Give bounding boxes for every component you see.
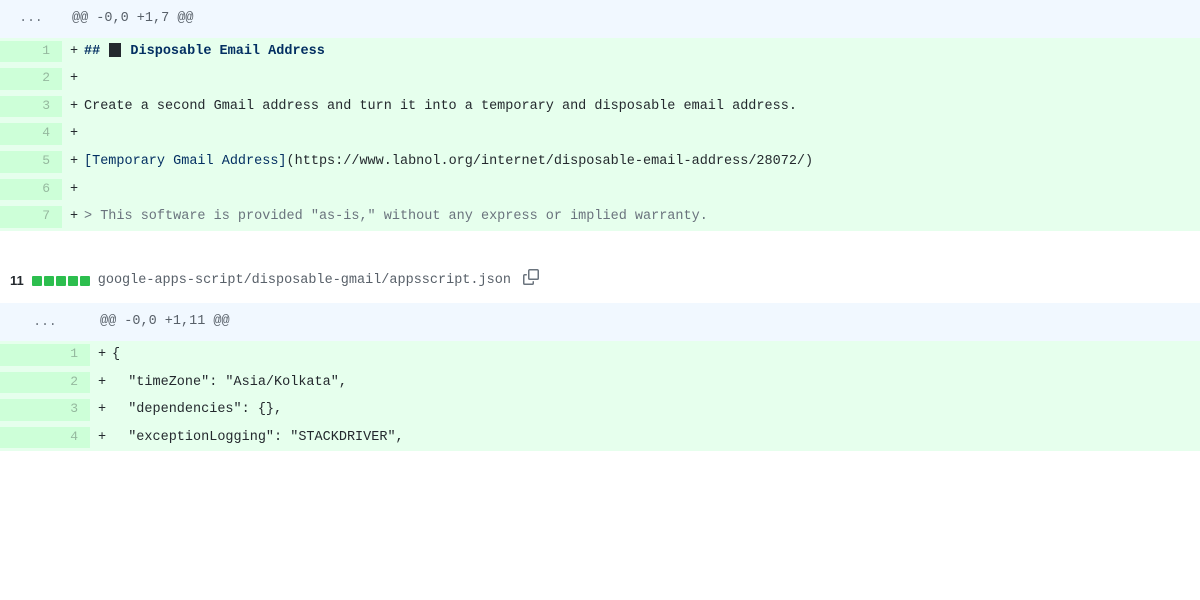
diff-marker: + bbox=[90, 427, 112, 449]
hunk-range: @@ -0,0 +1,7 @@ bbox=[62, 8, 194, 30]
line-number[interactable]: 6 bbox=[0, 179, 62, 201]
emoji-glyph bbox=[109, 43, 121, 57]
diffstat-added-block bbox=[80, 276, 90, 286]
line-number[interactable]: 7 bbox=[0, 206, 62, 228]
line-number[interactable]: 3 bbox=[0, 96, 62, 118]
diff-marker: + bbox=[90, 372, 112, 394]
diff-file-2: ... @@ -0,0 +1,11 @@ 1+{2+ "timeZone": "… bbox=[0, 303, 1200, 451]
diff-line[interactable]: 4+ "exceptionLogging": "STACKDRIVER", bbox=[0, 424, 1200, 452]
line-content: [Temporary Gmail Address](https://www.la… bbox=[84, 151, 1200, 173]
diff-line[interactable]: 2+ bbox=[0, 65, 1200, 93]
diff-line[interactable]: 6+ bbox=[0, 176, 1200, 204]
line-content: "timeZone": "Asia/Kolkata", bbox=[112, 372, 1200, 394]
line-number[interactable]: 1 bbox=[0, 344, 90, 366]
file-header[interactable]: 11 google-apps-script/disposable-gmail/a… bbox=[0, 259, 1200, 304]
diff-marker: + bbox=[90, 344, 112, 366]
line-content: ## Disposable Email Address bbox=[84, 41, 1200, 63]
diff-line[interactable]: 2+ "timeZone": "Asia/Kolkata", bbox=[0, 369, 1200, 397]
hunk-header[interactable]: ... @@ -0,0 +1,7 @@ bbox=[0, 0, 1200, 38]
diff-line[interactable]: 5+[Temporary Gmail Address](https://www.… bbox=[0, 148, 1200, 176]
line-number[interactable]: 4 bbox=[0, 427, 90, 449]
line-content bbox=[84, 68, 1200, 90]
diff-marker: + bbox=[62, 179, 84, 201]
diffstat-added-block bbox=[44, 276, 54, 286]
diffstat-added-block bbox=[56, 276, 66, 286]
hunk-range: @@ -0,0 +1,11 @@ bbox=[90, 311, 230, 333]
file-path[interactable]: google-apps-script/disposable-gmail/apps… bbox=[98, 270, 511, 292]
diff-line[interactable]: 3+Create a second Gmail address and turn… bbox=[0, 93, 1200, 121]
change-count: 11 bbox=[10, 271, 24, 292]
diff-file-1: ... @@ -0,0 +1,7 @@ 1+## Disposable Emai… bbox=[0, 0, 1200, 231]
diffstat bbox=[32, 276, 90, 286]
line-number[interactable]: 1 bbox=[0, 41, 62, 63]
diff-line[interactable]: 1+{ bbox=[0, 341, 1200, 369]
diff-line[interactable]: 7+> This software is provided "as-is," w… bbox=[0, 203, 1200, 231]
diffstat-added-block bbox=[68, 276, 78, 286]
diff-line[interactable]: 4+ bbox=[0, 120, 1200, 148]
copy-path-icon[interactable] bbox=[523, 269, 539, 294]
diff-line[interactable]: 3+ "dependencies": {}, bbox=[0, 396, 1200, 424]
line-content: > This software is provided "as-is," wit… bbox=[84, 206, 1200, 228]
line-number[interactable]: 2 bbox=[0, 68, 62, 90]
diff-marker: + bbox=[62, 41, 84, 63]
line-number[interactable]: 3 bbox=[0, 399, 90, 421]
file-gap bbox=[0, 231, 1200, 259]
line-content: Create a second Gmail address and turn i… bbox=[84, 96, 1200, 118]
hunk-ellipsis: ... bbox=[0, 311, 90, 333]
line-content: "dependencies": {}, bbox=[112, 399, 1200, 421]
diff-marker: + bbox=[62, 206, 84, 228]
diff-marker: + bbox=[90, 399, 112, 421]
diff-marker: + bbox=[62, 96, 84, 118]
hunk-ellipsis: ... bbox=[0, 8, 62, 30]
line-content bbox=[84, 179, 1200, 201]
line-content: "exceptionLogging": "STACKDRIVER", bbox=[112, 427, 1200, 449]
diff-marker: + bbox=[62, 68, 84, 90]
diff-marker: + bbox=[62, 123, 84, 145]
diff-line[interactable]: 1+## Disposable Email Address bbox=[0, 38, 1200, 66]
line-number[interactable]: 5 bbox=[0, 151, 62, 173]
line-number[interactable]: 2 bbox=[0, 372, 90, 394]
diff-marker: + bbox=[62, 151, 84, 173]
line-content: { bbox=[112, 344, 1200, 366]
line-content bbox=[84, 123, 1200, 145]
diffstat-added-block bbox=[32, 276, 42, 286]
hunk-header[interactable]: ... @@ -0,0 +1,11 @@ bbox=[0, 303, 1200, 341]
line-number[interactable]: 4 bbox=[0, 123, 62, 145]
